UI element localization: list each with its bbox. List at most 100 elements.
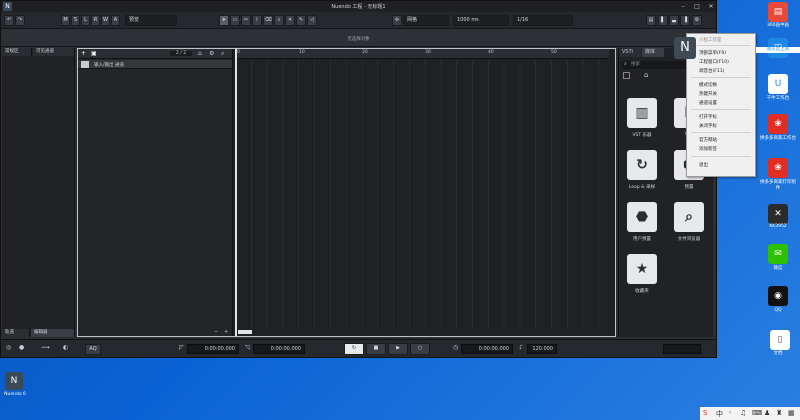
desktop-icon[interactable]: ❀	[768, 114, 788, 134]
menu-item-website[interactable]: 官方网站	[699, 137, 717, 143]
desktop-icon[interactable]: U	[768, 74, 788, 94]
tempo-display[interactable]: 120.000	[527, 344, 557, 354]
minimize-icon[interactable]: –	[677, 1, 689, 12]
quantize-select[interactable]: 1/16	[513, 15, 573, 26]
event-display[interactable]	[235, 60, 609, 328]
input-method-icon[interactable]: S	[703, 409, 707, 417]
speaker-tool-icon[interactable]: ◁	[307, 15, 317, 26]
user-icon[interactable]: ♟	[764, 409, 770, 417]
timeline-ruler[interactable]: 0 10 20 30 40 50	[235, 49, 609, 59]
position-time[interactable]: 0:00:00.000	[461, 344, 513, 354]
desktop-icon[interactable]: ✉	[768, 244, 788, 264]
menu-item-hotkey-toggle[interactable]: 热键开关	[699, 91, 717, 97]
play-button[interactable]: ▶	[388, 343, 408, 355]
glue-tool-icon[interactable]: ⌇	[252, 15, 262, 26]
nudge-select[interactable]: 1000 ms	[453, 15, 509, 26]
zoom-tool-icon[interactable]: ⌕	[274, 15, 284, 26]
zoom-in-icon[interactable]: +	[224, 329, 228, 335]
solo-button[interactable]: S	[71, 15, 80, 26]
close-icon[interactable]: ✕	[705, 1, 717, 12]
stop-button[interactable]: ■	[366, 343, 386, 355]
shirt-icon[interactable]: ♜	[776, 409, 782, 417]
tray-icon[interactable]: 中	[716, 409, 723, 419]
menu-item-close-label[interactable]: 关闭字标	[699, 123, 717, 129]
mic-icon[interactable]: ♫	[740, 409, 746, 417]
menu-item-mode-switch[interactable]: 模式切换	[699, 82, 717, 88]
maximize-icon[interactable]: □	[691, 1, 703, 12]
desktop-icon[interactable]: ❀	[768, 158, 788, 178]
piano-icon[interactable]: ▥	[627, 98, 657, 128]
draw-tool-icon[interactable]: ✎	[296, 15, 306, 26]
nuendo-shortcut-icon[interactable]: N	[5, 372, 23, 390]
nuendo-float-icon[interactable]: N	[674, 37, 696, 59]
tab-tracks[interactable]: 轨道	[2, 329, 30, 337]
cycle-button[interactable]: ↻	[344, 343, 364, 355]
favorites-icon[interactable]: ★	[627, 254, 657, 284]
range-tool-icon[interactable]: ▭	[230, 15, 240, 26]
snap-select[interactable]: 网格	[403, 15, 449, 26]
record-button[interactable]: ○	[410, 343, 430, 355]
transport-extra-field[interactable]	[663, 344, 701, 354]
desktop-icon[interactable]: ▤	[768, 2, 788, 22]
checkbox[interactable]	[623, 72, 630, 79]
horizontal-scrollbar[interactable]	[238, 330, 252, 334]
mute-tool-icon[interactable]: ✕	[285, 15, 295, 26]
desktop-icon[interactable]: ◉	[768, 286, 788, 306]
menu-item-exit[interactable]: 退出	[699, 162, 708, 168]
punch-icon[interactable]: ⟿	[41, 344, 50, 351]
pointer-tool-icon[interactable]: ➤	[219, 15, 229, 26]
left-locator-icon[interactable]: ◸	[179, 344, 184, 351]
left-zone-toggle-icon[interactable]: ▌	[658, 15, 668, 26]
activity-icon[interactable]: ◎	[6, 344, 11, 351]
layout-icon[interactable]: ▤	[646, 15, 656, 26]
right-zone-toggle-icon[interactable]: ▐	[680, 15, 690, 26]
right-locator-time[interactable]: 0:00:00.000	[253, 344, 305, 354]
title-bar[interactable]: N Nuendo 工程 - 无标题1 – □ ✕	[1, 1, 716, 12]
settings-gear-icon[interactable]: ⚙	[692, 15, 702, 26]
tab-vsti[interactable]: VSTi	[619, 48, 641, 57]
loop-icon[interactable]: ↻	[627, 150, 657, 180]
aq-button[interactable]: AQ	[85, 344, 101, 355]
menu-item-open-label[interactable]: 打开字标	[699, 114, 717, 120]
tab-inspector[interactable]: 常规区	[2, 48, 32, 56]
track-list-menu-icon[interactable]: ⌂	[198, 50, 202, 57]
track-search-icon[interactable]: ⌕	[221, 50, 224, 58]
right-locator-icon[interactable]: ◹	[245, 344, 250, 351]
menu-item-channel-settings[interactable]: 通道设置	[699, 100, 717, 106]
menu-item-add-tag[interactable]: 添加新签	[699, 146, 717, 152]
user-preset-icon[interactable]: ⬣	[627, 202, 657, 232]
file-browser-icon[interactable]: ⌕	[674, 202, 704, 232]
menu-item-project-window[interactable]: 工程窗口(F10)	[699, 59, 729, 65]
folder-add-icon[interactable]: ▣	[91, 50, 97, 57]
keyboard-icon[interactable]: ⌨	[752, 409, 762, 417]
mode-select[interactable]: 预览	[125, 15, 177, 26]
system-tray[interactable]: S 中 ◦ ♫ ⌨ ♟ ♜ ▦	[700, 407, 800, 420]
mute-button[interactable]: M	[61, 15, 70, 26]
track-row[interactable]: 输入/输出 通道	[78, 60, 232, 69]
track-list-settings-icon[interactable]: ⚙	[209, 50, 214, 57]
desktop-icon[interactable]: ▯	[770, 330, 790, 350]
tab-media[interactable]: 媒体	[642, 48, 664, 57]
listen-button[interactable]: L	[81, 15, 90, 26]
automation-button[interactable]: A	[111, 15, 120, 26]
tab-editor[interactable]: 编辑器	[31, 329, 75, 337]
left-locator-time[interactable]: 0:00:00.000	[187, 344, 239, 354]
grid-icon[interactable]: ▦	[788, 409, 795, 417]
erase-tool-icon[interactable]: ⌫	[263, 15, 273, 26]
desktop-icon[interactable]: ✕	[768, 204, 788, 224]
tray-icon[interactable]: ◦	[728, 409, 732, 417]
home-icon[interactable]: ⌂	[644, 71, 648, 79]
track-list[interactable]: + ▣ 2 / 2 ⌂ ⚙ ⌕ 输入/输出 通道 − +	[78, 49, 233, 336]
snap-icon[interactable]: ✣	[392, 15, 402, 26]
lower-zone-toggle-icon[interactable]: ▃	[669, 15, 679, 26]
menu-item-mixer[interactable]: 调音台(F11)	[699, 68, 724, 74]
read-button[interactable]: R	[91, 15, 100, 26]
add-track-icon[interactable]: +	[81, 50, 86, 57]
split-tool-icon[interactable]: ✂	[241, 15, 251, 26]
metronome-icon[interactable]: ◐	[63, 344, 68, 351]
tab-visibility[interactable]: 可见通道	[33, 48, 75, 56]
zoom-out-icon[interactable]: −	[214, 329, 218, 335]
redo-icon[interactable]: ↷	[15, 15, 25, 26]
menu-item-top-menu[interactable]: 顶部菜单(F9)	[699, 50, 726, 56]
write-button[interactable]: W	[101, 15, 110, 26]
